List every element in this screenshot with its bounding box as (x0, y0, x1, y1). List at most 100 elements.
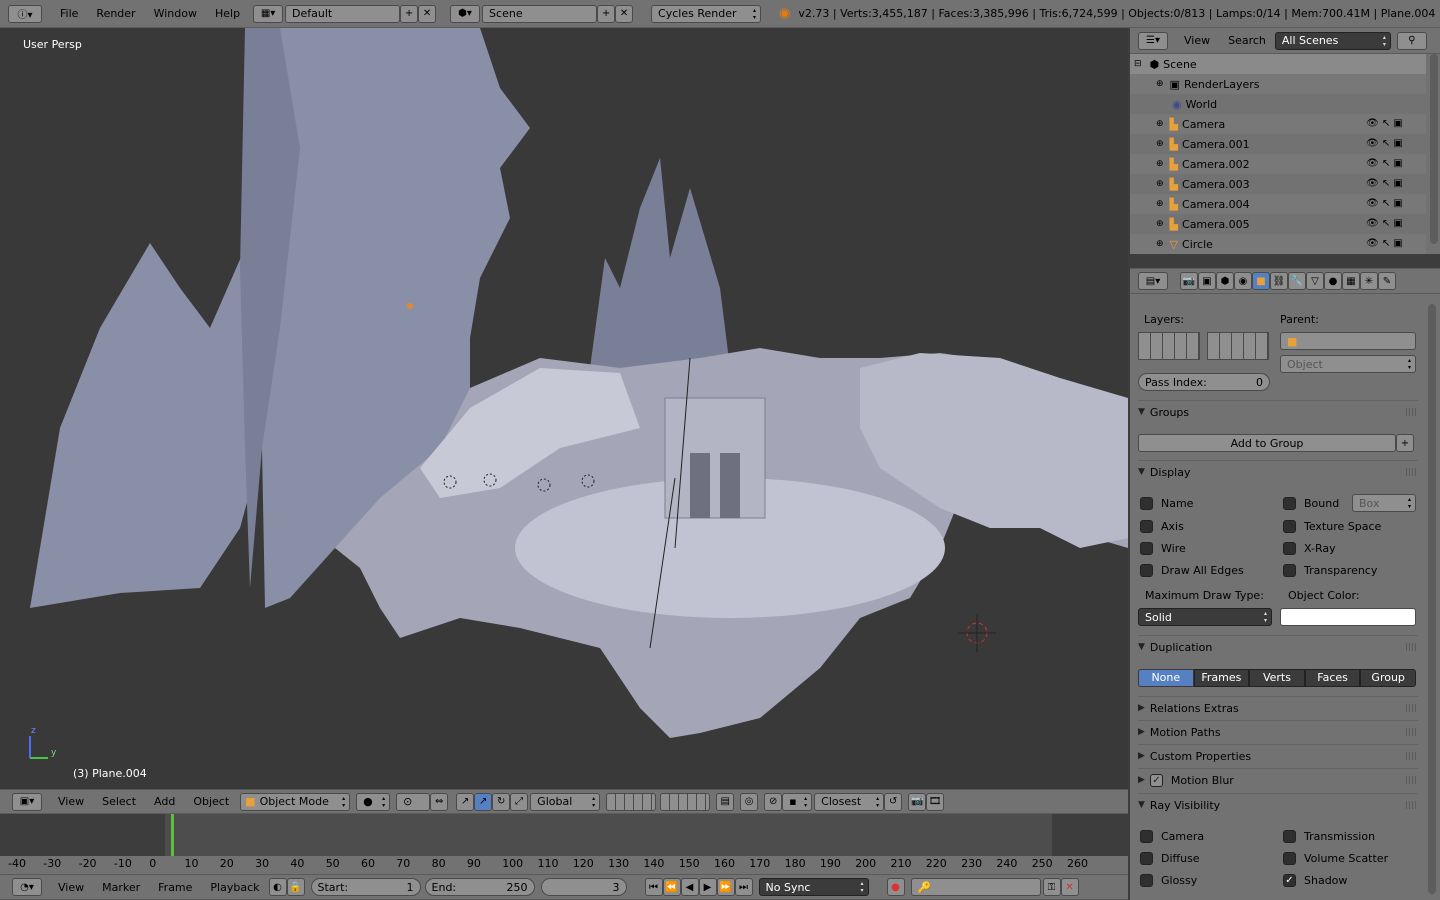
add-scene-icon[interactable]: + (597, 4, 616, 23)
menu-render[interactable]: Render (96, 7, 135, 20)
eye-icon[interactable]: 👁 ↖ ▣ (1366, 234, 1426, 254)
screen-layout-field[interactable]: Default (285, 4, 401, 23)
eye-icon[interactable]: 👁 ↖ ▣ (1366, 154, 1426, 174)
wire-checkbox[interactable]: Wire (1140, 542, 1186, 555)
jump-prev-key-icon[interactable]: ⏪ (662, 878, 681, 896)
menu-object[interactable]: Object (193, 795, 229, 808)
snap-target-dropdown[interactable]: Closest (814, 792, 885, 811)
object-color-swatch[interactable] (1280, 608, 1416, 626)
render-anim-icon[interactable]: 🎞 (926, 792, 945, 811)
proportional-edit-icon[interactable]: ◎ (740, 792, 759, 811)
outliner-menu-view[interactable]: View (1184, 34, 1210, 47)
relations-extras-panel-header[interactable]: ▶ Relations Extras (1138, 698, 1418, 718)
texture-tab-icon[interactable]: ▦ (1342, 272, 1360, 290)
world-tab-icon[interactable]: ◉ (1234, 272, 1252, 290)
draw-all-edges-checkbox[interactable]: Draw All Edges (1140, 564, 1244, 577)
mode-dropdown[interactable]: ■ Object Mode (240, 792, 351, 811)
layers-grid-b[interactable] (660, 792, 711, 811)
outliner[interactable]: ⊟ ⬢ Scene ⊕ ▣ RenderLayers ◉ World ⊕ ▙ Camera ⊕… (1130, 54, 1440, 254)
timeline-menu-marker[interactable]: Marker (102, 881, 140, 894)
screen-layout-icon[interactable]: ▦▾ (253, 4, 284, 23)
rotate-manipulator-icon[interactable]: ↗ (474, 792, 493, 811)
outliner-search-icon[interactable]: ⚲ (1396, 31, 1427, 50)
object-layers-grid-b[interactable] (1207, 332, 1269, 360)
delete-keyframe-icon[interactable]: ✕ (1060, 878, 1079, 896)
constraints-tab-icon[interactable]: ⛓ (1270, 272, 1288, 290)
pivot-dropdown[interactable]: ⊙ (396, 792, 431, 811)
data-tab-icon[interactable]: ▽ (1306, 272, 1324, 290)
texture-space-checkbox[interactable]: Texture Space (1283, 520, 1381, 533)
3d-viewport[interactable]: User Persp z y (3) Plane.004 (0, 28, 1128, 789)
duplication-verts-button[interactable]: Verts (1249, 669, 1305, 687)
jump-start-icon[interactable]: ⏮ (644, 878, 663, 896)
physics-tab-icon[interactable]: ✎ (1378, 272, 1396, 290)
rotate-icon[interactable]: ↻ (492, 792, 511, 811)
start-frame-field[interactable]: Start: 1 (310, 878, 421, 896)
renderlayers-tab-icon[interactable]: ▣ (1198, 272, 1216, 290)
scene-icon[interactable]: ⬢▾ (450, 4, 481, 23)
play-icon[interactable]: ▶ (698, 878, 717, 896)
preview-range-icon[interactable]: ◐ (268, 878, 287, 896)
ray-volume-scatter-checkbox[interactable]: Volume Scatter (1283, 852, 1388, 865)
bound-checkbox[interactable]: Bound (1283, 497, 1339, 510)
display-panel-header[interactable]: ▼ Display (1138, 462, 1418, 482)
modifiers-tab-icon[interactable]: 🔧 (1288, 272, 1306, 290)
name-checkbox[interactable]: Name (1140, 497, 1193, 510)
duplication-faces-button[interactable]: Faces (1304, 669, 1361, 687)
eye-icon[interactable]: 👁 ↖ ▣ (1366, 114, 1426, 134)
current-frame-field[interactable]: 3 (540, 878, 627, 896)
render-engine-dropdown[interactable]: Cycles Render (651, 4, 762, 23)
groups-panel-header[interactable]: ▼ Groups (1138, 402, 1418, 422)
layers-grid-a[interactable] (606, 792, 657, 811)
properties-scrollbar[interactable] (1428, 304, 1436, 894)
outliner-menu-search[interactable]: Search (1228, 34, 1266, 47)
translate-manipulator-icon[interactable]: ↗ (456, 792, 475, 811)
timeline-menu-playback[interactable]: Playback (210, 881, 259, 894)
transparency-checkbox[interactable]: Transparency (1283, 564, 1377, 577)
motion-blur-checkbox[interactable]: ✓ (1149, 773, 1163, 787)
menu-file[interactable]: File (60, 7, 78, 20)
duplication-none-button[interactable]: None (1138, 669, 1194, 687)
eye-icon[interactable]: 👁 ↖ ▣ (1366, 134, 1426, 154)
add-layout-icon[interactable]: + (400, 4, 419, 23)
scale-icon[interactable]: ⤢ (510, 792, 529, 811)
outliner-scrollbar[interactable] (1430, 54, 1438, 244)
ray-glossy-checkbox[interactable]: Glossy (1140, 874, 1197, 887)
duplication-group-button[interactable]: Group (1360, 669, 1416, 687)
render-tab-icon[interactable]: 📷 (1180, 272, 1198, 290)
info-editor-type-button[interactable]: ⓘ▾ (8, 4, 42, 23)
material-tab-icon[interactable]: ● (1324, 272, 1342, 290)
eye-icon[interactable]: 👁 ↖ ▣ (1366, 174, 1426, 194)
end-frame-field[interactable]: End: 250 (424, 878, 535, 896)
snap-element-dropdown[interactable]: ▪ (782, 792, 813, 811)
remove-layout-icon[interactable]: ✕ (418, 4, 437, 23)
outliner-row-scene[interactable]: ⊟ ⬢ Scene (1130, 54, 1426, 74)
lock-layers-icon[interactable]: ▤ (716, 792, 735, 811)
ray-transmission-checkbox[interactable]: Transmission (1283, 830, 1375, 843)
record-icon[interactable]: ● (886, 878, 905, 896)
sync-dropdown[interactable]: No Sync (758, 878, 869, 896)
motion-blur-panel-header[interactable]: ▶ ✓ Motion Blur (1138, 770, 1418, 790)
bound-type-dropdown[interactable]: Box (1352, 494, 1416, 512)
properties-editor-type-button[interactable]: ▤▾ (1138, 272, 1168, 290)
scene-tab-icon[interactable]: ⬢ (1216, 272, 1234, 290)
orientation-dropdown[interactable]: Global (530, 792, 601, 811)
max-draw-type-dropdown[interactable]: Solid (1138, 608, 1272, 626)
scene-field[interactable]: Scene (482, 4, 598, 23)
motion-paths-panel-header[interactable]: ▶ Motion Paths (1138, 722, 1418, 742)
ray-visibility-panel-header[interactable]: ▼ Ray Visibility (1138, 795, 1418, 815)
particles-tab-icon[interactable]: ✳ (1360, 272, 1378, 290)
ray-diffuse-checkbox[interactable]: Diffuse (1140, 852, 1200, 865)
eye-icon[interactable]: 👁 ↖ ▣ (1366, 194, 1426, 214)
insert-keyframe-icon[interactable]: ⚿ (1042, 878, 1061, 896)
outliner-row-renderlayers[interactable]: ⊕ ▣ RenderLayers (1130, 74, 1426, 94)
manipulator-toggle-icon[interactable]: ⇔ (430, 792, 449, 811)
xray-checkbox[interactable]: X-Ray (1283, 542, 1336, 555)
outliner-editor-type-button[interactable]: ☰▾ (1138, 31, 1168, 50)
axis-checkbox[interactable]: Axis (1140, 520, 1184, 533)
add-to-group-button[interactable]: Add to Group (1138, 434, 1396, 452)
jump-end-icon[interactable]: ⏭ (734, 878, 753, 896)
timeline-menu-view[interactable]: View (58, 881, 84, 894)
ray-shadow-checkbox[interactable]: ✓ Shadow (1283, 874, 1347, 887)
outliner-filter-dropdown[interactable]: All Scenes (1274, 31, 1391, 50)
